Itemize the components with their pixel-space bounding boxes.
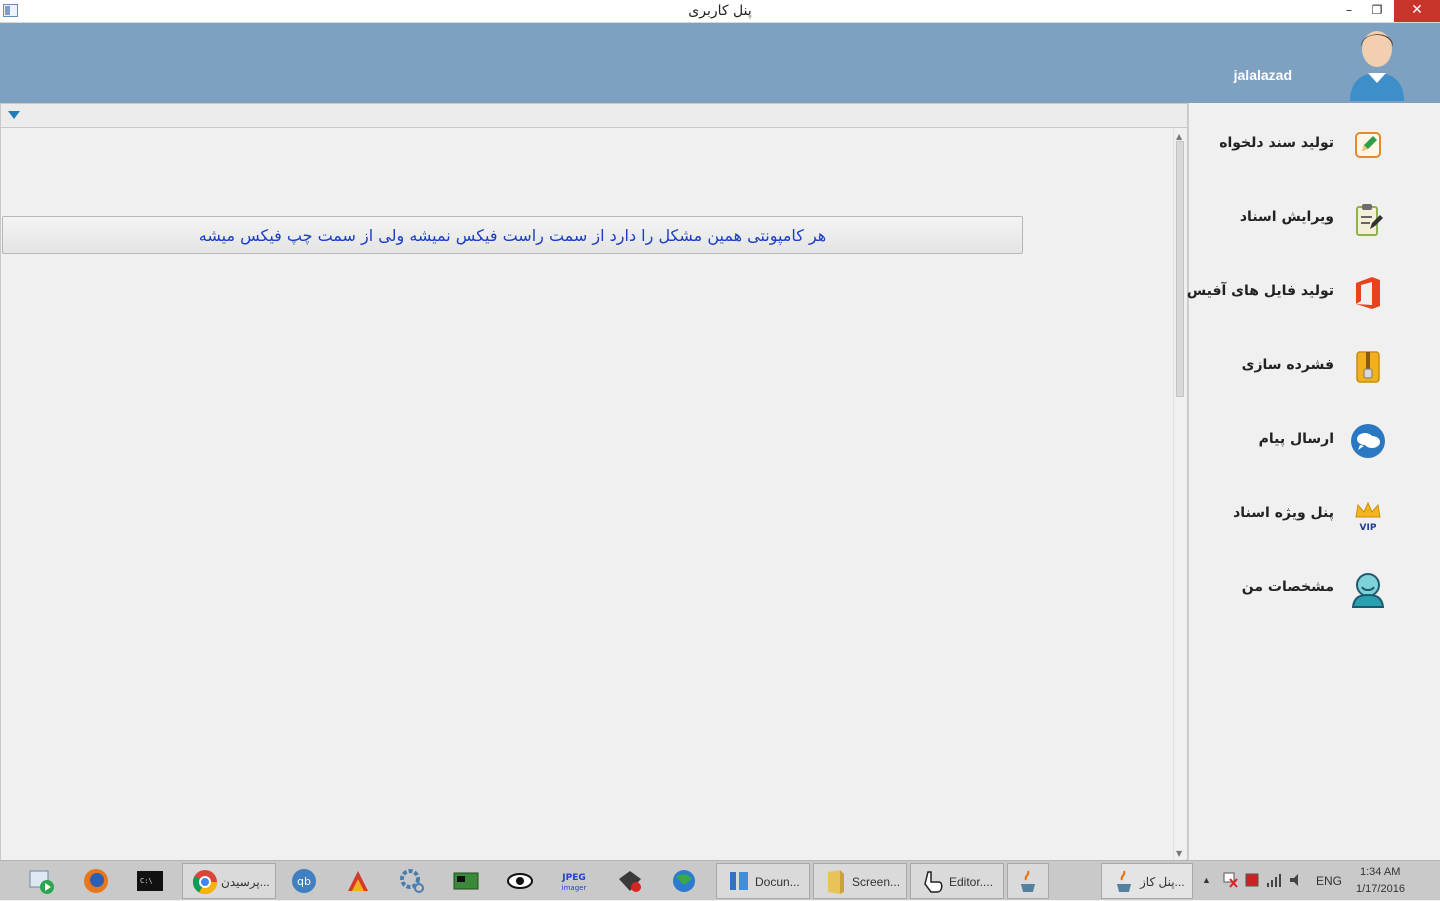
sidebar-item-label: فشرده سازی (1241, 357, 1334, 373)
taskbar-network-tool[interactable] (448, 863, 484, 899)
globe-download-icon (673, 870, 695, 892)
terminal-icon: C:\ (137, 871, 163, 891)
close-button[interactable]: ✕ (1394, 0, 1440, 22)
scroll-up-icon[interactable]: ▲ (1176, 132, 1182, 141)
taskbar-button-caption: پنل کاز... (1140, 875, 1185, 889)
taskbar-jpeg-imager[interactable]: JPEG imager (556, 863, 592, 899)
svg-text:qb: qb (297, 875, 311, 888)
svg-text:C:\: C:\ (140, 877, 153, 885)
taskbar-media-player[interactable] (24, 863, 60, 899)
sidebar-item-send-message[interactable]: ارسال پیام (1188, 413, 1440, 473)
chevron-down-icon[interactable] (8, 111, 20, 119)
windows-taskbar: C:\ پرسیدن... qb JPEG imager Docun... Sc… (0, 860, 1440, 900)
sidebar-item-label: ویرایش اسناد (1239, 209, 1334, 225)
system-tray: ▲ ENG 1:34 AM 1/17/2016 (1190, 861, 1440, 901)
tray-flag-icon[interactable] (1222, 871, 1238, 889)
scroll-thumb[interactable] (1176, 141, 1184, 397)
taskbar-ccleaner[interactable] (340, 863, 376, 899)
taskbar-cmd[interactable]: C:\ (132, 863, 168, 899)
jpeg-imager-icon: JPEG imager (561, 873, 587, 892)
sidebar-item-custom-document[interactable]: تولید سند دلخواه (1188, 117, 1440, 177)
gear-icon (400, 869, 424, 893)
taskbar-button-caption: Screen... (852, 875, 901, 889)
sidebar-item-label: پنل ویژه اسناد (1233, 505, 1334, 521)
minimize-button[interactable]: – (1334, 0, 1364, 22)
clipboard-edit-icon (1356, 204, 1383, 236)
hand-pointer-icon (924, 871, 943, 893)
vertical-scrollbar[interactable]: ▲ ▼ (1173, 129, 1186, 860)
java-icon (1117, 870, 1131, 892)
tray-language[interactable]: ENG (1316, 874, 1342, 888)
office-icon (1356, 277, 1380, 309)
taskbar-dev-tool[interactable] (612, 863, 648, 899)
folder-icon (828, 870, 844, 894)
taskbar-document-window[interactable]: Docun... (716, 863, 810, 899)
network-card-icon (453, 872, 479, 890)
user-avatar-icon (1350, 31, 1404, 101)
sidebar-item-vip-panel[interactable]: پنل ویژه اسناد VIP (1188, 487, 1440, 547)
window-title: پنل کاربری (688, 3, 752, 19)
taskbar-viewer[interactable] (502, 863, 538, 899)
sidebar-item-edit-documents[interactable]: ویرایش اسناد (1188, 191, 1440, 251)
window-titlebar: پنل کاربری – ❐ ✕ (0, 0, 1440, 23)
taskbar-qbittorrent[interactable]: qb (286, 863, 322, 899)
svg-text:imager: imager (562, 884, 587, 892)
sidebar-item-compression[interactable]: فشرده سازی (1188, 339, 1440, 399)
svg-text:JPEG: JPEG (561, 873, 585, 883)
sidebar-item-label: مشخصات من (1241, 579, 1334, 595)
taskbar-download-manager[interactable] (666, 863, 702, 899)
maximize-button[interactable]: ❐ (1362, 0, 1392, 22)
media-player-icon (29, 870, 54, 894)
content-inner: هر کامپونتی همین مشکل را دارد از سمت راس… (1, 129, 1173, 860)
taskbar-button-caption: پرسیدن... (221, 875, 270, 889)
scroll-down-icon[interactable]: ▼ (1176, 849, 1182, 858)
sidebar-item-label: ارسال پیام (1258, 431, 1334, 447)
taskbar-button-caption: Editor.... (949, 875, 994, 889)
firefox-icon (84, 869, 108, 893)
content-panel: هر کامپونتی همین مشکل را دارد از سمت راس… (0, 103, 1188, 860)
sidebar-item-my-profile[interactable]: مشخصات من (1188, 561, 1440, 621)
java-icon (1021, 870, 1035, 892)
taskbar-screen-window[interactable]: Screen... (813, 863, 907, 899)
taskbar-user-panel-window[interactable]: پنل کاز... (1101, 863, 1193, 899)
eye-icon (507, 873, 533, 889)
chrome-icon (192, 870, 217, 895)
taskbar-java-window[interactable] (1007, 863, 1049, 899)
taskbar-editor-window[interactable]: Editor.... (910, 863, 1004, 899)
collapse-bar[interactable] (1, 104, 1187, 128)
sidebar-menu: تولید سند دلخواه ویرایش اسناد تولید فایل… (1186, 103, 1440, 860)
tray-security-icon[interactable] (1244, 871, 1260, 889)
user-header: jalalazad (0, 23, 1440, 103)
tray-network-icon[interactable] (1266, 871, 1282, 889)
sidebar-item-label: تولید سند دلخواه (1219, 135, 1334, 151)
document-app-icon (730, 872, 748, 890)
taskbar-settings[interactable] (394, 863, 430, 899)
edit-document-icon (1355, 132, 1381, 158)
taskbar-firefox[interactable] (78, 863, 114, 899)
chat-message-icon (1351, 424, 1385, 458)
taskbar-button-caption: Docun... (755, 875, 800, 889)
username-label: jalalazad (1233, 67, 1292, 83)
tray-clock-date[interactable]: 1/17/2016 (1356, 883, 1405, 895)
zip-archive-icon (1356, 351, 1380, 383)
tray-expand-icon[interactable]: ▲ (1202, 875, 1211, 885)
qbittorrent-icon: qb (292, 869, 316, 893)
tray-volume-icon[interactable] (1288, 871, 1304, 889)
script-tool-icon (619, 871, 641, 892)
sidebar-item-label: تولید فایل های آفیس (1186, 283, 1334, 299)
tray-clock-time[interactable]: 1:34 AM (1360, 866, 1400, 878)
taskbar-chrome-window[interactable]: پرسیدن... (182, 863, 276, 899)
vip-crown-icon: VIP (1355, 501, 1381, 533)
message-button[interactable]: هر کامپونتی همین مشکل را دارد از سمت راس… (2, 216, 1023, 254)
svg-text:VIP: VIP (1360, 523, 1377, 533)
ccleaner-icon (348, 871, 368, 891)
user-profile-icon (1351, 573, 1385, 608)
sidebar-item-office-files[interactable]: تولید فایل های آفیس (1186, 265, 1440, 325)
